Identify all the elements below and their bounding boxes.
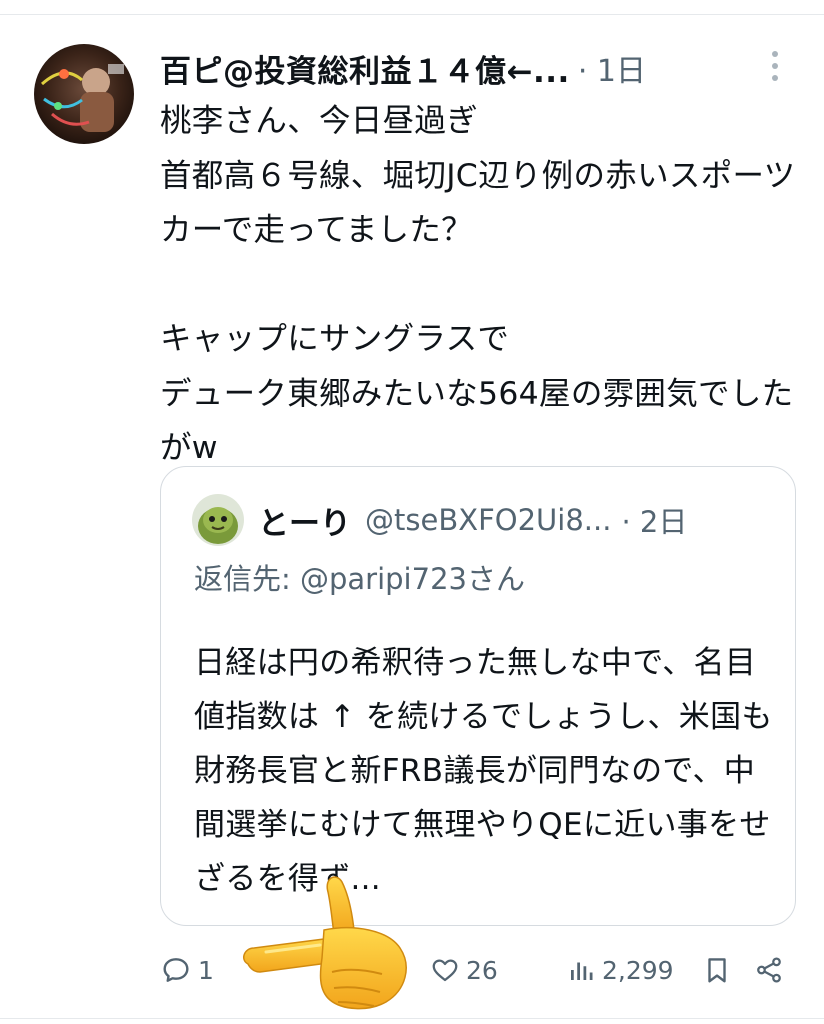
like-button[interactable]: 26 [430, 948, 498, 992]
author-name[interactable]: 百ピ@投資総利益１４億←... [160, 46, 570, 91]
views-icon [571, 962, 593, 980]
share-button[interactable] [754, 948, 784, 992]
heart-icon [432, 959, 458, 982]
share-icon [757, 957, 781, 983]
reply-count: 1 [198, 955, 214, 985]
reply-button[interactable]: 1 [160, 948, 214, 992]
bookmark-icon [708, 958, 726, 983]
quoted-author-avatar[interactable] [192, 494, 244, 546]
post-header: 百ピ@投資総利益１４億←... · 1日 [160, 44, 646, 92]
quoted-author-handle[interactable]: @tseBXFO2Ui8... [365, 503, 611, 537]
quoted-post-timestamp[interactable]: · 2日 [621, 499, 687, 541]
view-count: 2,299 [602, 955, 674, 985]
quoted-author-name[interactable]: とーり [258, 498, 351, 543]
pointing-hand-icon [236, 868, 416, 1018]
views-button[interactable]: 2,299 [566, 948, 674, 992]
bookmark-button[interactable] [702, 948, 732, 992]
reply-to-label: 返信先: @paripi723さん [194, 562, 525, 596]
post-text: 桃李さん、今日昼過ぎ 首都高６号線、堀切JC辺り例の赤いスポーツカーで走ってまし… [160, 103, 796, 466]
author-avatar[interactable] [34, 44, 134, 144]
more-options-button[interactable] [760, 46, 790, 86]
like-count: 26 [466, 955, 498, 985]
quoted-post-text: 日経は円の希釈待った無しな中で、名目値指数は ↑ を続けるでしょうし、米国も財務… [194, 645, 773, 897]
top-divider [0, 14, 824, 15]
reply-icon [163, 958, 189, 982]
bottom-divider [0, 1018, 824, 1019]
more-vertical-icon [772, 51, 778, 81]
quoted-post-header: とーり @tseBXFO2Ui8... · 2日 [258, 496, 687, 544]
post-timestamp[interactable]: · 1日 [578, 46, 646, 90]
